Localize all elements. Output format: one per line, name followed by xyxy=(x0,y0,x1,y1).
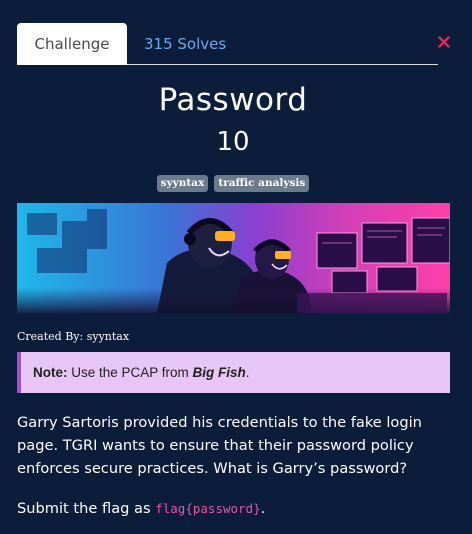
tab-bar: Challenge 315 Solves xyxy=(17,23,438,65)
tag-list: syyntax traffic analysis xyxy=(0,175,466,192)
note-callout: Note: Use the PCAP from Big Fish. xyxy=(17,352,450,393)
note-emphasis: Big Fish xyxy=(192,365,246,380)
tab-solves[interactable]: 315 Solves xyxy=(144,23,226,64)
note-text: Use the PCAP from xyxy=(67,365,193,380)
created-by: Created By: syyntax xyxy=(17,330,130,343)
tag-badge: syyntax xyxy=(156,175,209,192)
challenge-description: Garry Sartoris provided his credentials … xyxy=(17,414,422,477)
challenge-modal: Challenge 315 Solves Password 10 syyntax… xyxy=(0,0,472,534)
submit-prefix: Submit the flag as xyxy=(17,500,156,517)
challenge-points: 10 xyxy=(216,127,250,157)
challenge-title: Password xyxy=(158,82,308,118)
tab-challenge[interactable]: Challenge xyxy=(17,23,127,65)
close-icon[interactable] xyxy=(437,34,451,48)
flag-format: flag{password} xyxy=(155,501,261,516)
tag-badge: traffic analysis xyxy=(214,175,310,192)
challenge-banner-image xyxy=(17,203,450,313)
note-label: Note: xyxy=(33,365,68,380)
note-text-end: . xyxy=(245,365,250,380)
submit-suffix: . xyxy=(260,500,266,517)
submit-instruction: Submit the flag as flag{password}. xyxy=(17,500,265,517)
